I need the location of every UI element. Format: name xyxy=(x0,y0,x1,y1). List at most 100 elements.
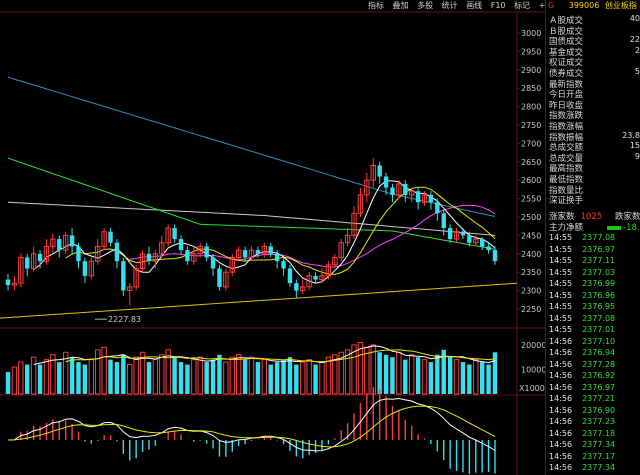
tick-price: 2377.34 xyxy=(582,463,616,472)
candle-body xyxy=(5,279,11,286)
price-axis-label: 2600 xyxy=(521,176,541,185)
toolbar-mark[interactable]: 标记 xyxy=(514,1,530,10)
volume-bar xyxy=(319,361,325,395)
candle-body xyxy=(294,283,299,291)
volume-bar xyxy=(261,359,268,395)
candle-body xyxy=(121,261,126,291)
volume-bar xyxy=(248,356,255,395)
tick-price: 2376.94 xyxy=(582,348,616,357)
tick-price: 2377.18 xyxy=(582,428,616,438)
volume-bar xyxy=(172,357,177,394)
toolbar-f10[interactable]: F10 xyxy=(491,1,506,10)
tick-time: 14:55 xyxy=(549,267,573,277)
volume-bar xyxy=(197,356,203,395)
toolbar-indicator[interactable]: 指标 xyxy=(368,1,384,10)
volume-bar xyxy=(403,359,408,394)
volume-bar xyxy=(435,354,440,394)
volume-bar xyxy=(76,362,81,394)
volume-bar xyxy=(396,351,402,395)
volume-bar xyxy=(30,356,37,395)
volume-bar xyxy=(453,359,460,395)
candle-body xyxy=(185,250,190,262)
candle-body xyxy=(217,268,222,287)
volume-bar xyxy=(467,364,472,394)
candle-body xyxy=(274,253,280,262)
toolbar-statistics[interactable]: 统计 xyxy=(442,1,458,10)
tick-time: 14:55 xyxy=(549,256,573,265)
tick-row: 14:56 2376.94 xyxy=(549,348,615,359)
chart-area[interactable]: 3000 2950 2900 2850 2800 2750 2700 2650 2600 2550… xyxy=(0,0,545,475)
volume-bar xyxy=(306,359,312,395)
panel-header: G 399006 创业板指 xyxy=(546,0,640,13)
candle-body xyxy=(37,253,43,262)
tick-price: 2377.08 xyxy=(582,233,616,242)
tick-price: 2377.08 xyxy=(582,313,616,323)
volume-bar xyxy=(108,359,113,394)
volume-bar xyxy=(357,341,364,395)
tick-row: 14:55 2377.03 xyxy=(549,268,615,279)
candle-body xyxy=(57,239,62,251)
price-axis-label: 2500 xyxy=(521,213,541,222)
price-axis-label: 2900 xyxy=(521,66,541,75)
candle-body xyxy=(255,250,261,254)
price-axis-label: 2250 xyxy=(521,305,541,314)
ma60-line xyxy=(7,201,496,236)
candle-body xyxy=(415,191,421,203)
volume-bar xyxy=(383,354,389,394)
index-name: 创业板指 xyxy=(604,1,637,10)
field-value: 5 xyxy=(634,67,640,76)
tick-price: 2377.21 xyxy=(582,394,616,403)
volume-bar xyxy=(460,362,466,394)
tick-row: 14:56 2376.92 xyxy=(549,371,615,382)
trend-line xyxy=(0,282,518,319)
tick-time: 14:56 xyxy=(549,359,573,369)
tick-row: 14:55 2377.01 xyxy=(549,325,615,336)
tick-price: 2376.97 xyxy=(582,382,616,392)
tick-time: 14:56 xyxy=(549,348,573,357)
volume-bar xyxy=(473,359,479,395)
volume-bar xyxy=(159,354,165,395)
tick-time: 14:55 xyxy=(549,233,573,242)
candle-body xyxy=(460,231,466,236)
volume-bar xyxy=(408,354,415,395)
volume-bar xyxy=(152,359,159,395)
tick-row: 14:56 2377.21 xyxy=(549,394,615,405)
volume-bar xyxy=(114,362,120,394)
tick-row: 14:55 2376.95 xyxy=(549,302,615,313)
tick-row: 14:56 2377.34 xyxy=(549,440,615,451)
tick-price: 2377.01 xyxy=(582,325,616,334)
toolbar-draw-line[interactable]: 画线 xyxy=(466,1,482,10)
candle-body xyxy=(492,250,498,262)
tick-price: 2376.97 xyxy=(582,244,616,254)
volume-bar xyxy=(486,364,491,394)
volume-bar xyxy=(313,364,318,394)
volume-bar xyxy=(185,364,190,394)
toolbar-overlay[interactable]: 叠加 xyxy=(393,1,409,10)
volume-bar xyxy=(479,362,485,394)
candle-body xyxy=(242,250,248,258)
candle-body xyxy=(287,268,293,284)
field-value: 22 xyxy=(629,35,640,45)
kline-chart[interactable]: 3000 2950 2900 2850 2800 2750 2700 2650 2600 2550… xyxy=(0,0,545,475)
candle-body xyxy=(281,261,286,269)
tick-time: 14:55 xyxy=(549,244,573,254)
tick-time: 14:55 xyxy=(549,325,573,334)
price-axis-label: 2350 xyxy=(521,268,541,277)
tick-row: 14:56 2377.34 xyxy=(549,463,615,474)
volume-axis-label: 10000 xyxy=(521,365,545,374)
volume-bar xyxy=(95,349,101,395)
volume-ma5-line xyxy=(33,345,496,365)
volume-bar xyxy=(300,361,306,395)
tick-time: 14:56 xyxy=(549,463,573,472)
price-axis-label: 2800 xyxy=(521,103,541,112)
price-axis-label: 2300 xyxy=(521,287,541,296)
toolbar-multi-stock[interactable]: 多股 xyxy=(417,1,433,10)
volume-bar xyxy=(421,359,428,395)
volume-bar xyxy=(25,364,30,394)
tick-time: 14:56 xyxy=(549,428,573,438)
price-axis-label: 2750 xyxy=(521,121,541,130)
volume-bar xyxy=(377,352,382,394)
net-value: -18.72 xyxy=(623,223,640,233)
tick-row: 14:56 2377.28 xyxy=(549,360,615,371)
candle-body xyxy=(69,235,75,247)
